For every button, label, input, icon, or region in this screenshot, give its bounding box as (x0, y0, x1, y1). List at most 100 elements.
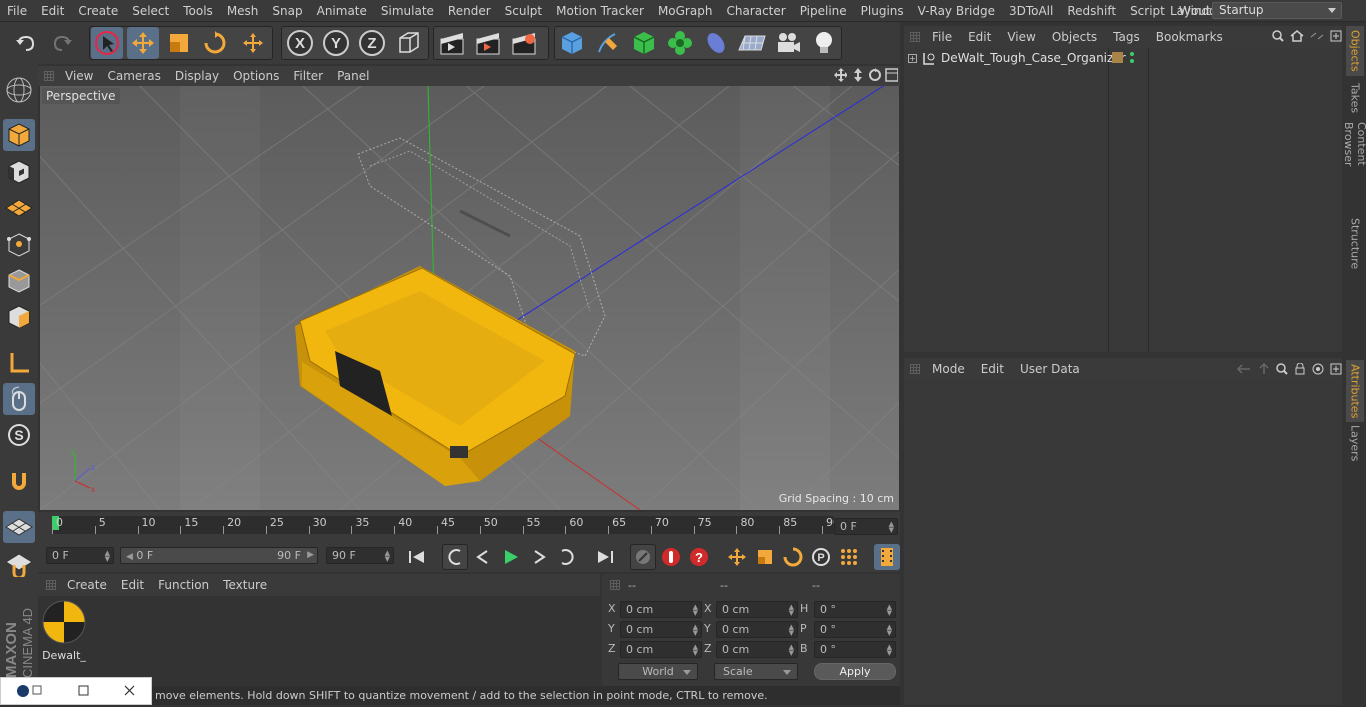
rotate-button[interactable] (199, 27, 231, 59)
key-scale-button[interactable] (752, 544, 778, 570)
frame-range-slider[interactable]: ◀ 0 F 90 F ▶ (120, 547, 318, 564)
layer-color-swatch[interactable] (1112, 52, 1123, 63)
coord-field[interactable]: 0 cm ▲ ▼ (716, 621, 798, 638)
coord-field[interactable]: 0 cm ▲ ▼ (620, 641, 702, 658)
menu-3dtoall[interactable]: 3DToAll (1002, 0, 1060, 22)
perspective-viewport[interactable]: y z x (40, 86, 899, 510)
axis-mode-button[interactable] (3, 347, 35, 379)
pen-spline-button[interactable] (592, 27, 624, 59)
workplane-button[interactable] (3, 192, 35, 224)
undo-button[interactable] (10, 27, 42, 59)
new-panel-icon[interactable] (1330, 30, 1342, 42)
snap-button[interactable] (3, 466, 35, 498)
menu-edit[interactable]: Edit (34, 0, 71, 22)
cloner-button[interactable] (664, 27, 696, 59)
layout-select[interactable]: Startup (1212, 2, 1342, 19)
pan-icon[interactable] (834, 68, 847, 82)
search-icon[interactable] (1276, 363, 1288, 375)
coord-mode-select[interactable]: World (618, 663, 698, 680)
current-frame-field[interactable]: 0 F ▲ ▼ (834, 518, 898, 535)
move-button[interactable] (127, 27, 159, 59)
go-to-start-button[interactable] (404, 544, 430, 570)
object-row[interactable]: + DeWalt_Tough_Case_Organizer (904, 50, 1342, 68)
edges-mode-button[interactable] (3, 265, 35, 297)
viewport-menu-options[interactable]: Options (226, 69, 286, 83)
menu-redshift[interactable]: Redshift (1060, 0, 1123, 22)
tab-content-browser[interactable]: Content Browser (1342, 122, 1366, 210)
objects-menu-bookmarks[interactable]: Bookmarks (1148, 30, 1231, 44)
camera-button[interactable] (772, 27, 804, 59)
texture-mode-button[interactable] (3, 156, 35, 188)
menu-motion-tracker[interactable]: Motion Tracker (549, 0, 651, 22)
tab-objects[interactable]: Objects (1346, 26, 1364, 76)
orbit-icon[interactable] (868, 68, 881, 82)
key-parameter-button[interactable]: P (808, 544, 834, 570)
menu-render[interactable]: Render (441, 0, 498, 22)
make-editable-button[interactable] (3, 74, 35, 106)
objects-menu-objects[interactable]: Objects (1044, 30, 1105, 44)
subdivision-button[interactable] (628, 27, 660, 59)
objects-menu-file[interactable]: File (924, 30, 960, 44)
tab-layers[interactable]: Layers (1346, 425, 1364, 461)
enable-grid-snap-button[interactable] (3, 511, 35, 543)
menu-file[interactable]: File (0, 0, 34, 22)
record-button[interactable] (658, 544, 684, 570)
start-frame-field[interactable]: 0 F ▲ ▼ (46, 547, 114, 564)
next-keyframe-button[interactable] (554, 544, 580, 570)
expand-icon[interactable]: + (908, 54, 917, 63)
objects-menu-view[interactable]: View (999, 30, 1043, 44)
new-panel-icon[interactable] (1330, 363, 1342, 375)
polygons-mode-button[interactable] (3, 301, 35, 333)
viewport-menu-view[interactable]: View (58, 69, 100, 83)
menu-snap[interactable]: Snap (265, 0, 309, 22)
end-frame-field[interactable]: 90 F ▲ ▼ (326, 547, 394, 564)
light-button[interactable] (808, 27, 840, 59)
lock-icon[interactable] (1294, 363, 1306, 375)
objects-menu-edit[interactable]: Edit (960, 30, 999, 44)
floor-button[interactable] (736, 27, 768, 59)
maximize-view-icon[interactable] (885, 68, 898, 82)
menu-v-ray-bridge[interactable]: V-Ray Bridge (911, 0, 1002, 22)
go-to-end-button[interactable] (592, 544, 618, 570)
motion-record-button[interactable] (630, 544, 656, 570)
render-settings-button[interactable] (508, 27, 540, 59)
back-arrow-icon[interactable] (1236, 363, 1252, 375)
apply-button[interactable]: Apply (814, 663, 896, 680)
quantize-button[interactable] (3, 548, 35, 580)
material-menu-create[interactable]: Create (60, 578, 114, 592)
up-arrow-icon[interactable] (1258, 363, 1270, 375)
menu-simulate[interactable]: Simulate (374, 0, 441, 22)
timeline-layout-button[interactable] (874, 544, 900, 570)
model-mode-button[interactable] (3, 119, 35, 151)
z-axis-button[interactable]: Z (356, 27, 388, 59)
material-menu-function[interactable]: Function (151, 578, 216, 592)
menu-create[interactable]: Create (71, 0, 125, 22)
viewport-menu-cameras[interactable]: Cameras (100, 69, 167, 83)
target-icon[interactable] (1312, 363, 1324, 375)
menu-tools[interactable]: Tools (176, 0, 220, 22)
redo-button[interactable] (46, 27, 78, 59)
key-rotation-button[interactable] (780, 544, 806, 570)
coord-field[interactable]: 0 cm ▲ ▼ (620, 621, 702, 638)
coordinate-system-button[interactable] (393, 27, 425, 59)
solo-button[interactable]: S (3, 419, 35, 451)
render-visibility-dot[interactable] (1130, 59, 1134, 63)
viewport-menu-display[interactable]: Display (168, 69, 226, 83)
recent-tools-button[interactable] (237, 27, 269, 59)
viewport-menu-filter[interactable]: Filter (286, 69, 330, 83)
viewport-menu-panel[interactable]: Panel (330, 69, 376, 83)
points-mode-button[interactable] (3, 229, 35, 261)
deformer-button[interactable] (700, 27, 732, 59)
attributes-menu-mode[interactable]: Mode (924, 362, 973, 376)
coord-field[interactable]: 0 cm ▲ ▼ (716, 641, 798, 658)
scale-button[interactable] (163, 27, 195, 59)
coord-field[interactable]: 0 ° ▲ ▼ (814, 641, 896, 658)
tweak-mode-button[interactable] (3, 383, 35, 415)
play-button[interactable] (498, 544, 524, 570)
render-to-picture-viewer-button[interactable] (472, 27, 504, 59)
objects-menu-tags[interactable]: Tags (1105, 30, 1148, 44)
next-frame-button[interactable] (526, 544, 552, 570)
menu-plugins[interactable]: Plugins (854, 0, 911, 22)
coord-field[interactable]: 0 cm ▲ ▼ (716, 601, 798, 618)
x-axis-button[interactable]: X (284, 27, 316, 59)
